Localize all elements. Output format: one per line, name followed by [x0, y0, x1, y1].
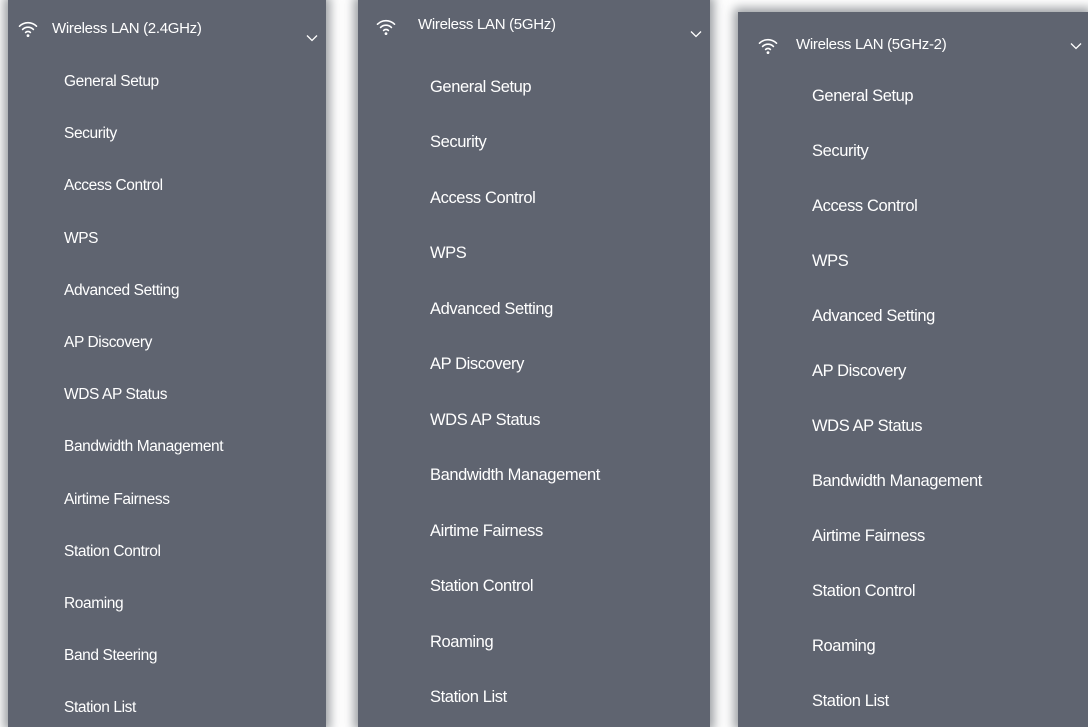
wireless-lan-5ghz-2-header[interactable]: Wireless LAN (5GHz-2) [738, 12, 1088, 72]
menu-item-airtime-fairness[interactable]: Airtime Fairness [358, 503, 710, 559]
menu-item-label: Security [812, 141, 869, 160]
panel-title: Wireless LAN (2.4GHz) [52, 20, 202, 37]
menu-item-label: Band Steering [64, 647, 158, 665]
wireless-lan-5ghz-menu: Wireless LAN (5GHz) General Setup Securit… [358, 0, 710, 727]
menu-item-wps[interactable]: WPS [738, 234, 1088, 288]
menu-item-label: Access Control [430, 188, 536, 207]
menu-item-ap-discovery[interactable]: AP Discovery [738, 344, 1088, 398]
menu-item-ap-discovery[interactable]: AP Discovery [358, 337, 710, 393]
menu-item-label: Station List [64, 699, 136, 717]
menu-item-security[interactable]: Security [738, 124, 1088, 178]
wifi-icon [376, 19, 396, 35]
menu-item-label: General Setup [64, 73, 159, 90]
menu-item-ap-discovery[interactable]: AP Discovery [8, 317, 326, 369]
menu-item-label: AP Discovery [430, 355, 524, 373]
menu-item-label: Airtime Fairness [812, 526, 925, 545]
menu-item-label: Bandwidth Management [64, 438, 224, 456]
menu-item-wps[interactable]: WPS [8, 213, 326, 265]
menu-item-label: Security [64, 125, 117, 143]
menu-item-bandwidth-management[interactable]: Bandwidth Management [358, 448, 710, 504]
menu-item-access-control[interactable]: Access Control [738, 179, 1088, 233]
panel-title: Wireless LAN (5GHz-2) [796, 36, 947, 53]
menu-item-wds-ap-status[interactable]: WDS AP Status [358, 392, 710, 448]
menu-item-general-setup[interactable]: General Setup [8, 56, 326, 108]
menu-item-label: AP Discovery [64, 334, 152, 351]
menu-screenshot: Wireless LAN (2.4GHz) General Setup Secur… [0, 0, 1088, 727]
menu-item-label: WPS [430, 244, 467, 262]
menu-item-label: Station List [812, 691, 889, 710]
menu-item-label: Airtime Fairness [64, 490, 170, 508]
menu-item-label: Access Control [64, 177, 163, 195]
menu-item-label: Bandwidth Management [812, 471, 982, 490]
menu-item-advanced-setting[interactable]: Advanced Setting [738, 289, 1088, 343]
menu-item-label: General Setup [812, 86, 914, 105]
menu-item-security[interactable]: Security [8, 108, 326, 160]
menu-item-label: Advanced Setting [64, 281, 180, 299]
chevron-down-icon[interactable] [690, 30, 702, 38]
menu-item-airtime-fairness[interactable]: Airtime Fairness [8, 474, 326, 526]
wifi-icon [758, 38, 778, 54]
wireless-lan-2-4ghz-menu: Wireless LAN (2.4GHz) General Setup Secur… [8, 0, 326, 727]
menu-item-label: WPS [64, 229, 99, 247]
menu-item-general-setup[interactable]: General Setup [358, 59, 710, 115]
menu-item-airtime-fairness[interactable]: Airtime Fairness [738, 509, 1088, 563]
menu-item-advanced-setting[interactable]: Advanced Setting [8, 265, 326, 317]
menu-item-access-control[interactable]: Access Control [8, 160, 326, 212]
menu-item-label: Roaming [64, 595, 124, 612]
menu-item-station-list[interactable]: Station List [358, 670, 710, 726]
menu-item-station-control[interactable]: Station Control [358, 559, 710, 615]
menu-item-station-control[interactable]: Station Control [738, 564, 1088, 618]
chevron-down-icon[interactable] [1070, 42, 1082, 50]
wireless-lan-5ghz-header[interactable]: Wireless LAN (5GHz) [358, 0, 710, 60]
menu-item-label: Security [430, 133, 487, 151]
wireless-lan-5ghz-2-menu: Wireless LAN (5GHz-2) General Setup Secur… [738, 12, 1088, 727]
menu-item-label: Roaming [812, 636, 876, 655]
menu-item-station-list[interactable]: Station List [8, 682, 326, 727]
menu-item-security[interactable]: Security [358, 115, 710, 171]
menu-item-label: Advanced Setting [812, 306, 935, 325]
menu-item-label: AP Discovery [812, 361, 906, 380]
menu-item-label: Bandwidth Management [430, 466, 600, 484]
menu-item-label: WPS [812, 251, 849, 270]
menu-item-advanced-setting[interactable]: Advanced Setting [358, 281, 710, 337]
menu-item-label: Station Control [430, 577, 534, 595]
wireless-lan-2-4ghz-header[interactable]: Wireless LAN (2.4GHz) [8, 0, 326, 60]
menu-item-access-control[interactable]: Access Control [358, 170, 710, 226]
menu-item-station-control[interactable]: Station Control [8, 526, 326, 578]
menu-item-label: Advanced Setting [430, 299, 553, 318]
menu-item-general-setup[interactable]: General Setup [738, 69, 1088, 123]
menu-item-roaming[interactable]: Roaming [358, 614, 710, 670]
menu-item-label: Roaming [430, 632, 494, 651]
menu-item-roaming[interactable]: Roaming [8, 578, 326, 630]
wifi-icon [18, 21, 38, 37]
menu-item-label: WDS AP Status [64, 386, 168, 404]
menu-item-station-list[interactable]: Station List [738, 674, 1088, 727]
menu-item-wds-ap-status[interactable]: WDS AP Status [738, 399, 1088, 453]
menu-item-roaming[interactable]: Roaming [738, 619, 1088, 673]
menu-item-label: Station List [430, 688, 507, 706]
menu-item-label: Station Control [64, 542, 161, 560]
menu-item-bandwidth-management[interactable]: Bandwidth Management [738, 454, 1088, 508]
menu-item-label: General Setup [430, 77, 532, 96]
menu-item-band-steering[interactable]: Band Steering [8, 630, 326, 682]
menu-item-label: WDS AP Status [430, 410, 541, 429]
menu-item-label: Airtime Fairness [430, 521, 543, 540]
menu-item-wps[interactable]: WPS [358, 226, 710, 282]
menu-item-label: WDS AP Status [812, 416, 923, 435]
menu-item-label: Access Control [812, 196, 918, 215]
chevron-down-icon[interactable] [306, 34, 318, 42]
panel-title: Wireless LAN (5GHz) [418, 16, 556, 33]
menu-item-wds-ap-status[interactable]: WDS AP Status [8, 369, 326, 421]
menu-item-bandwidth-management[interactable]: Bandwidth Management [8, 421, 326, 473]
menu-item-label: Station Control [812, 581, 916, 600]
